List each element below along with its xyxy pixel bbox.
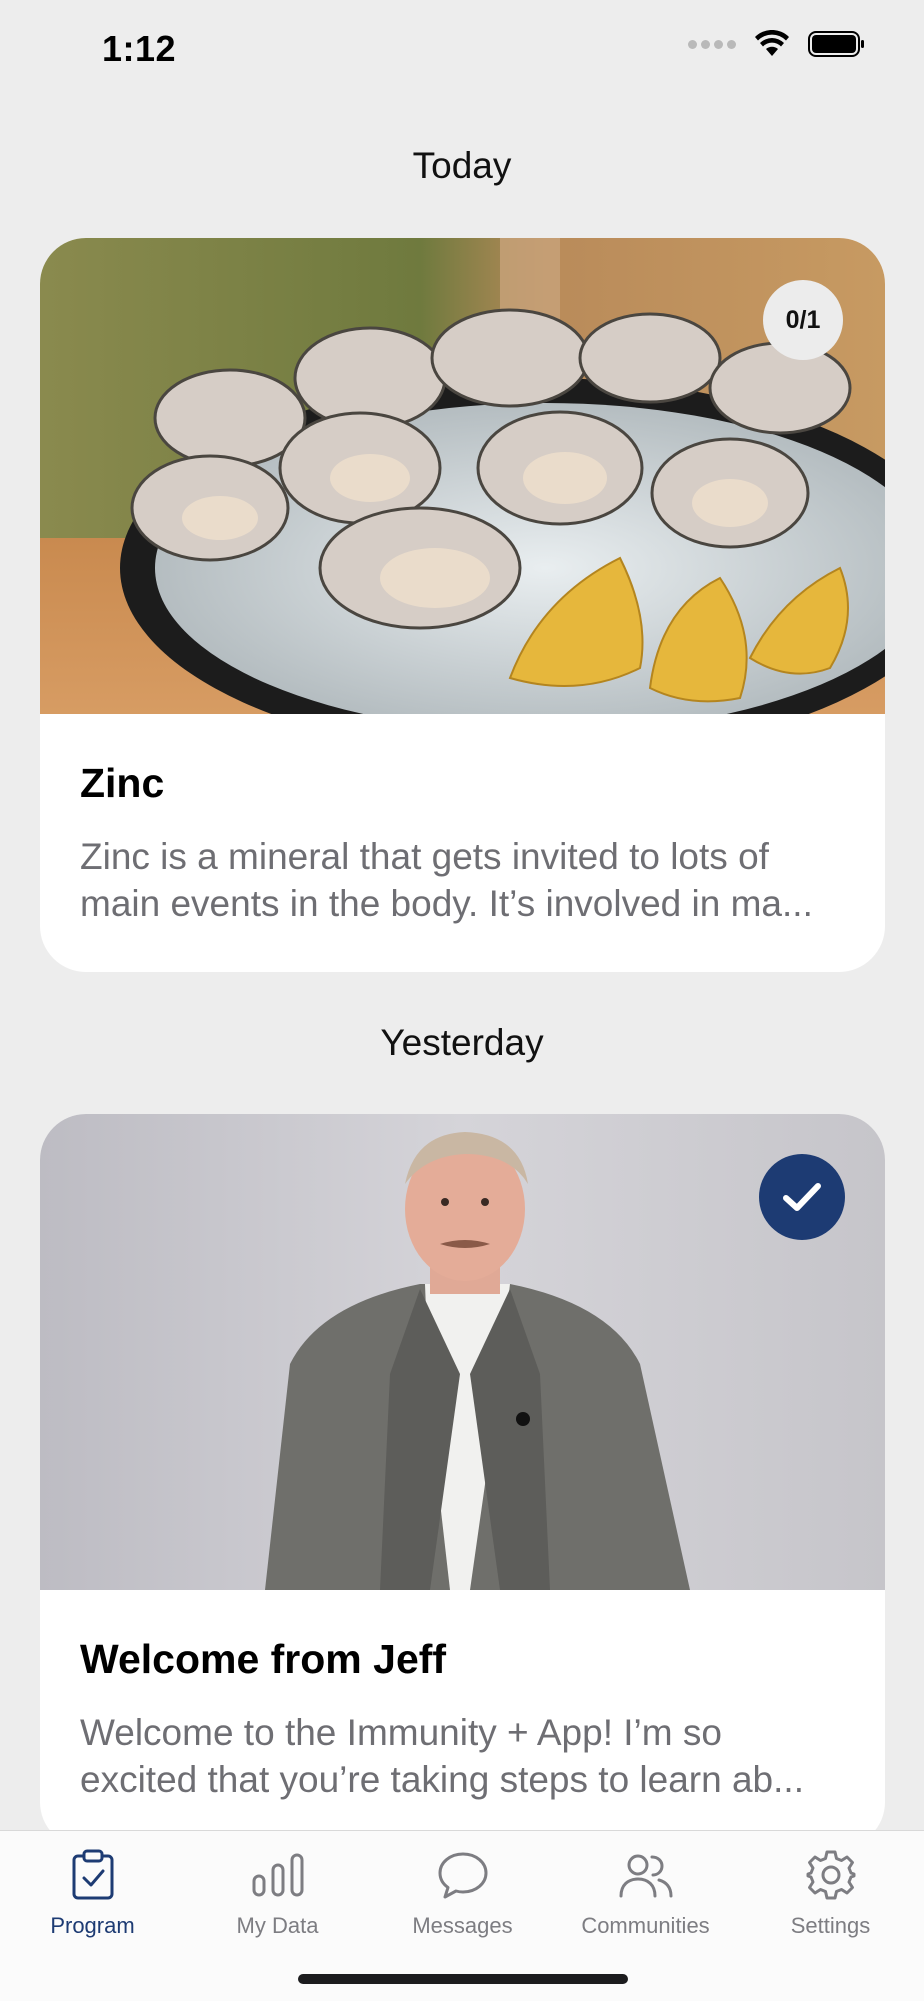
cellular-signal-icon: [688, 39, 736, 49]
tab-program[interactable]: Program: [0, 1845, 185, 1955]
tab-label: Program: [50, 1913, 135, 1938]
tab-label: Messages: [412, 1913, 513, 1938]
card-body: Zinc Zinc is a mineral that gets invited…: [40, 714, 885, 967]
gear-icon: [805, 1845, 857, 1905]
card-image-oysters: 0/1: [40, 238, 885, 714]
clipboard-check-icon: [71, 1845, 115, 1905]
tab-label: Communities: [581, 1913, 710, 1938]
home-indicator[interactable]: [298, 1974, 628, 1984]
people-icon: [618, 1845, 674, 1905]
chat-bubble-icon: [437, 1845, 489, 1905]
checkmark-icon: [783, 1183, 821, 1211]
tab-my-data[interactable]: My Data: [185, 1845, 370, 1955]
tab-label: My Data: [236, 1913, 319, 1938]
progress-badge: 0/1: [763, 280, 843, 360]
tab-messages[interactable]: Messages: [370, 1845, 555, 1955]
card-title: Zinc: [80, 760, 165, 806]
status-bar: 1:12: [0, 0, 924, 100]
bar-chart-icon: [251, 1845, 305, 1905]
program-card-welcome[interactable]: Welcome from Jeff Welcome to the Immunit…: [40, 1114, 885, 1848]
completed-badge: [759, 1154, 845, 1240]
tab-label: Settings: [790, 1913, 871, 1938]
section-header-yesterday: Yesterday: [380, 1022, 544, 1063]
section-header-today: Today: [412, 145, 512, 186]
wifi-icon: [755, 30, 789, 56]
presenter-photo: [40, 1114, 885, 1590]
program-card-zinc[interactable]: 0/1 Zinc Zinc is a mineral that gets inv…: [40, 238, 885, 972]
card-body: Welcome from Jeff Welcome to the Immunit…: [40, 1590, 885, 1843]
card-image-welcome-video: [40, 1114, 885, 1590]
tab-settings[interactable]: Settings: [738, 1845, 923, 1955]
battery-icon: [808, 31, 864, 57]
card-description: Welcome to the Immunity + App! I’m so ex…: [80, 1712, 804, 1800]
card-title: Welcome from Jeff: [80, 1636, 447, 1682]
status-time: 1:12: [102, 28, 177, 69]
tab-communities[interactable]: Communities: [553, 1845, 738, 1955]
card-description: Zinc is a mineral that gets invited to l…: [80, 836, 813, 924]
oysters-photo: [40, 238, 885, 714]
status-icons: [688, 30, 866, 58]
